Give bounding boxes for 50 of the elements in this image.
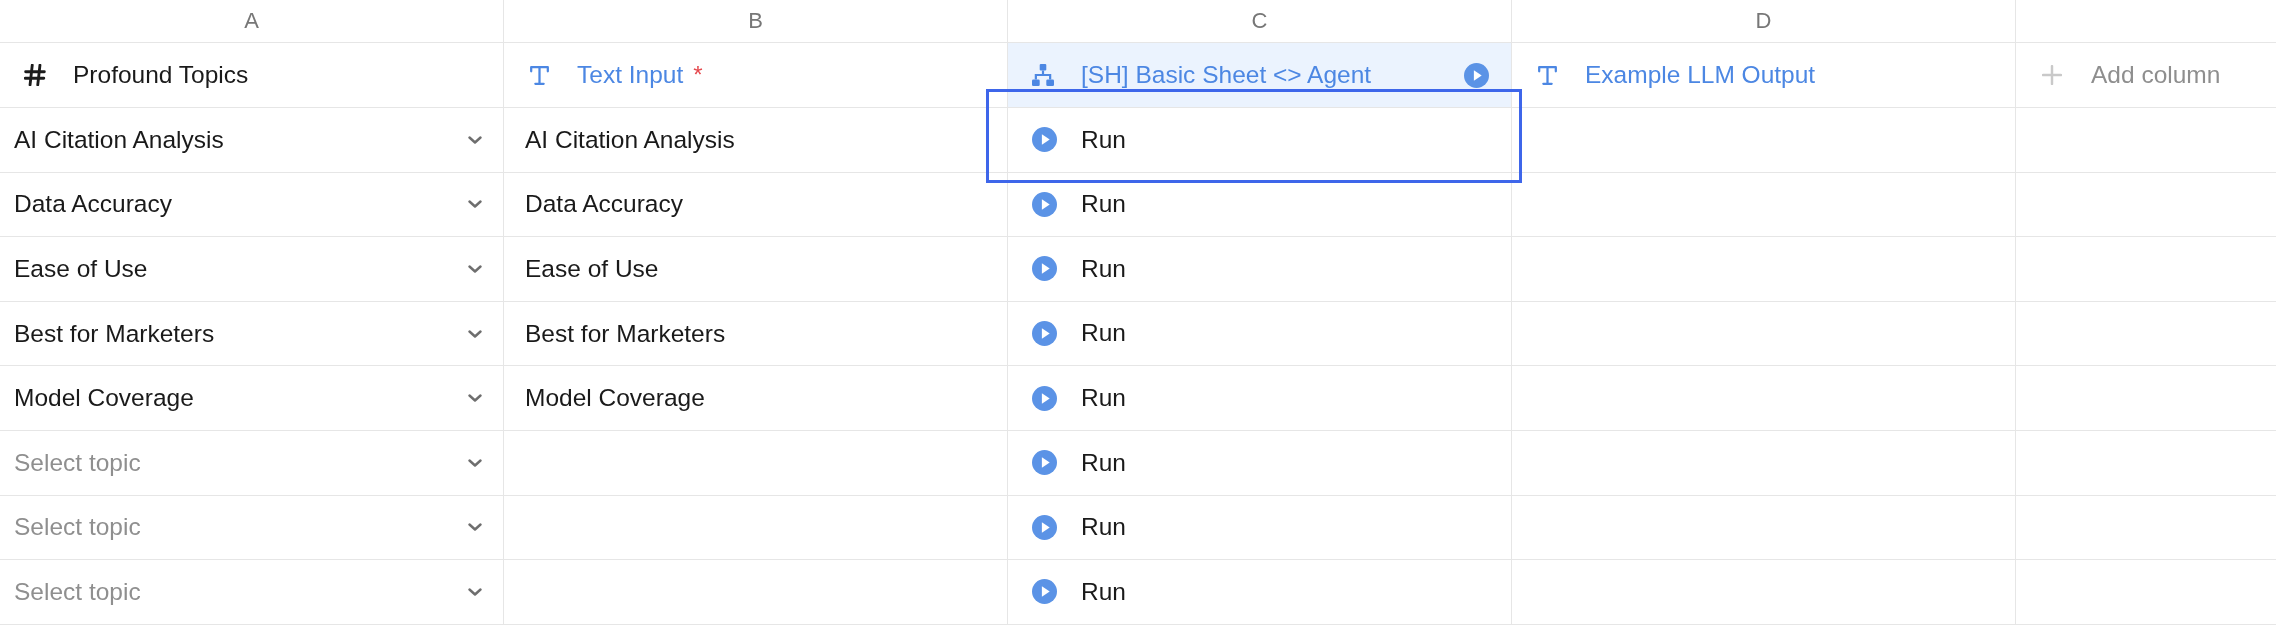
text-type-icon (1538, 65, 1557, 85)
column-letter: B (748, 10, 763, 32)
topic-dropdown[interactable]: AI Citation Analysis (0, 108, 503, 172)
plus-icon (2042, 65, 2062, 85)
chevron-down-icon (468, 329, 482, 338)
chevron-down-icon (468, 523, 482, 532)
chevron-down-icon (468, 394, 482, 403)
run-button[interactable]: Run (1032, 191, 1126, 217)
run-button[interactable]: Run (1032, 127, 1126, 153)
cell-text: Best for Marketers (525, 319, 726, 348)
chevron-down-icon (468, 458, 482, 467)
hash-icon (24, 64, 46, 86)
cell-text: Model Coverage (525, 384, 705, 413)
column-title: [SH] Basic Sheet <> Agent (1081, 62, 1372, 88)
topic-dropdown[interactable]: Ease of Use (0, 237, 503, 301)
run-button[interactable]: Run (1032, 450, 1126, 476)
play-icon (1032, 127, 1057, 153)
play-icon (1032, 579, 1057, 605)
topic-dropdown[interactable]: Data Accuracy (0, 172, 503, 237)
run-button[interactable]: Run (1032, 256, 1126, 282)
column-letter: C (1251, 10, 1268, 32)
play-icon (1032, 256, 1057, 282)
cell-text: Ease of Use (525, 255, 659, 283)
topic-dropdown[interactable]: Model Coverage (0, 366, 503, 430)
chevron-down-icon (468, 587, 482, 596)
run-button[interactable]: Run (1032, 321, 1126, 347)
play-icon (1032, 514, 1057, 540)
run-button[interactable]: Run (1032, 514, 1126, 540)
play-icon (1032, 450, 1057, 476)
topic-dropdown[interactable]: Best for Marketers (0, 301, 503, 366)
column-title: Text Input (577, 62, 684, 88)
text-type-icon (530, 65, 549, 85)
required-mark: * (693, 63, 703, 87)
play-icon (1032, 191, 1057, 217)
play-icon (1032, 385, 1057, 411)
column-title: Example LLM Output (1585, 62, 1816, 88)
run-button[interactable]: Run (1032, 385, 1126, 411)
play-icon (1464, 62, 1489, 88)
chevron-down-icon (468, 265, 482, 273)
column-letter: D (1755, 10, 1772, 32)
chevron-down-icon (468, 135, 482, 144)
column-letter: A (244, 10, 259, 32)
cell-text: Data Accuracy (525, 190, 683, 219)
hierarchy-icon (1032, 64, 1054, 86)
run-column-button[interactable] (1464, 62, 1489, 88)
cell-text: AI Citation Analysis (525, 125, 735, 154)
play-icon (1032, 321, 1057, 347)
run-button[interactable]: Run (1032, 579, 1126, 605)
column-title: Profound Topics (73, 62, 249, 88)
chevron-down-icon (468, 200, 482, 209)
